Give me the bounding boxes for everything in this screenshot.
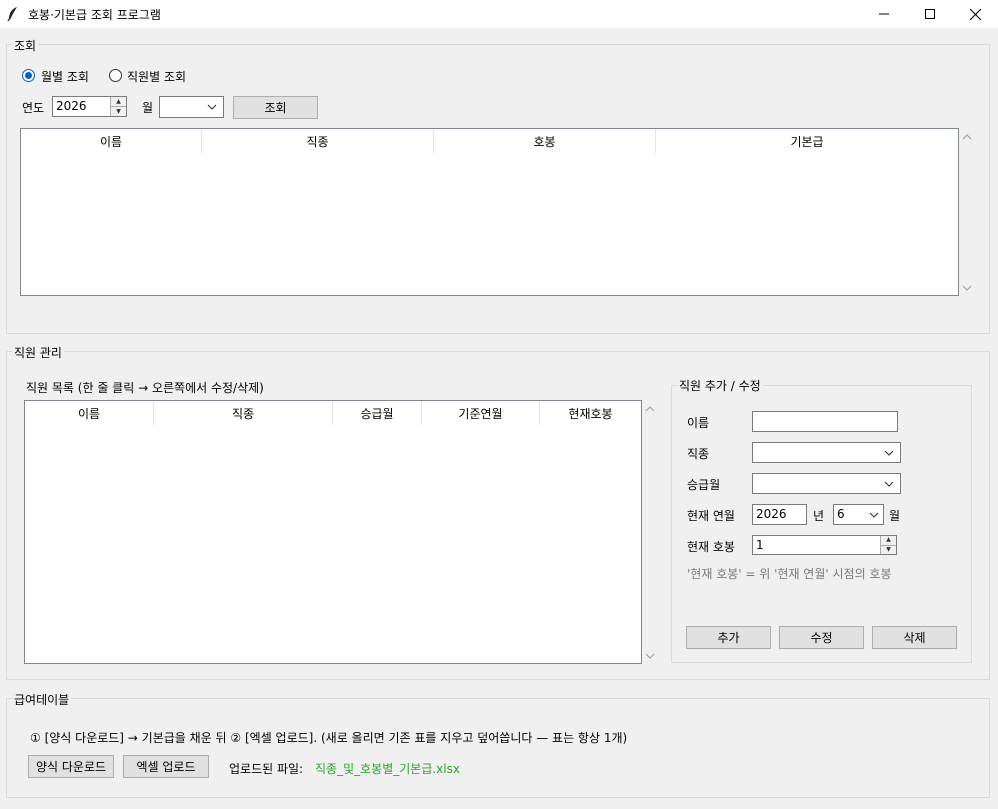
form-promo-combobox[interactable] [752,473,901,494]
lookup-table: 이름 직종 호봉 기본급 [20,128,959,296]
year-label: 연도 [22,101,45,115]
form-job-label: 직종 [687,447,710,461]
maximize-icon [925,9,935,19]
form-current-month-value: 6 [837,507,845,521]
staff-col-base-ym[interactable]: 기준연월 [422,401,540,425]
staff-col-name[interactable]: 이름 [25,401,154,425]
spin-down-icon[interactable]: ▼ [881,546,896,555]
maximize-button[interactable] [907,0,953,28]
form-name-input[interactable] [752,411,898,432]
chevron-down-icon [884,450,894,456]
spin-down-icon[interactable]: ▼ [111,107,126,116]
edit-button[interactable]: 수정 [779,626,864,649]
staff-col-current-step[interactable]: 현재호봉 [540,401,641,425]
spin-arrows[interactable]: ▲ ▼ [110,97,126,116]
form-current-month-combobox[interactable]: 6 [833,504,884,525]
upload-excel-button[interactable]: 엑셀 업로드 [123,755,209,778]
radio-employee-label[interactable]: 직원별 조회 [127,68,186,85]
lookup-col-name[interactable]: 이름 [21,129,202,153]
scroll-up-icon[interactable] [645,405,655,413]
delete-button[interactable]: 삭제 [872,626,957,649]
radio-employee[interactable] [109,69,122,82]
form-hint: '현재 호봉' = 위 '현재 연월' 시점의 호봉 [687,567,892,581]
lookup-col-job[interactable]: 직종 [202,129,434,153]
form-year-suffix: 년 [813,509,825,523]
download-template-button[interactable]: 양식 다운로드 [28,755,114,778]
chevron-down-icon [869,512,879,518]
staff-group-label: 직원 관리 [12,344,64,361]
spin-arrows[interactable]: ▲ ▼ [880,536,896,554]
minimize-button[interactable] [861,0,907,28]
scroll-down-icon[interactable] [645,652,655,660]
form-current-step-spinbox[interactable]: 1 ▲ ▼ [752,535,897,555]
window-title: 호봉·기본급 조회 프로그램 [28,8,161,22]
close-button[interactable] [952,0,998,28]
feather-icon [7,7,17,22]
form-job-combobox[interactable] [752,442,901,463]
minimize-icon [879,13,889,15]
staff-table: 이름 직종 승급월 기준연월 현재호봉 [24,400,642,664]
close-icon [969,8,981,20]
staff-form-label: 직원 추가 / 수정 [677,377,763,394]
form-current-step-value: 1 [756,538,764,552]
form-current-year-input[interactable]: 2026 [752,504,807,525]
staff-list-label: 직원 목록 (한 줄 클릭 → 오른쪽에서 수정/삭제) [26,381,264,395]
spin-up-icon[interactable]: ▲ [111,97,126,107]
chevron-down-icon [207,104,217,110]
scroll-down-icon[interactable] [962,284,972,292]
salary-table-group [6,698,990,798]
radio-monthly-label[interactable]: 월별 조회 [41,68,89,85]
month-combobox[interactable] [159,96,224,118]
lookup-group-label: 조회 [12,37,39,54]
spin-up-icon[interactable]: ▲ [881,536,896,546]
lookup-col-salary[interactable]: 기본급 [656,129,958,153]
search-button[interactable]: 조회 [233,96,318,119]
form-current-step-label: 현재 호봉 [687,540,735,554]
title-bar: 호봉·기본급 조회 프로그램 [0,0,998,28]
staff-col-promo[interactable]: 승급월 [333,401,422,425]
salary-instructions: ① [양식 다운로드] → 기본급을 채운 뒤 ② [엑셀 업로드]. (새로 … [30,731,628,745]
year-value: 2026 [56,99,87,113]
lookup-col-step[interactable]: 호봉 [434,129,656,153]
add-button[interactable]: 추가 [686,626,771,649]
uploaded-file-name: 직종_및_호봉별_기본급.xlsx [315,762,460,776]
year-spinbox[interactable]: 2026 ▲ ▼ [52,96,127,117]
form-name-label: 이름 [687,416,710,430]
uploaded-file-label: 업로드된 파일: [229,762,304,776]
form-current-ym-label: 현재 연월 [687,509,735,523]
form-month-suffix: 월 [889,509,901,523]
salary-table-group-label: 급여테이블 [12,691,72,708]
radio-monthly[interactable] [22,69,35,82]
scroll-up-icon[interactable] [962,133,972,141]
chevron-down-icon [884,481,894,487]
form-promo-label: 승급월 [687,478,721,492]
staff-col-job[interactable]: 직종 [154,401,333,425]
month-label: 월 [142,101,154,115]
